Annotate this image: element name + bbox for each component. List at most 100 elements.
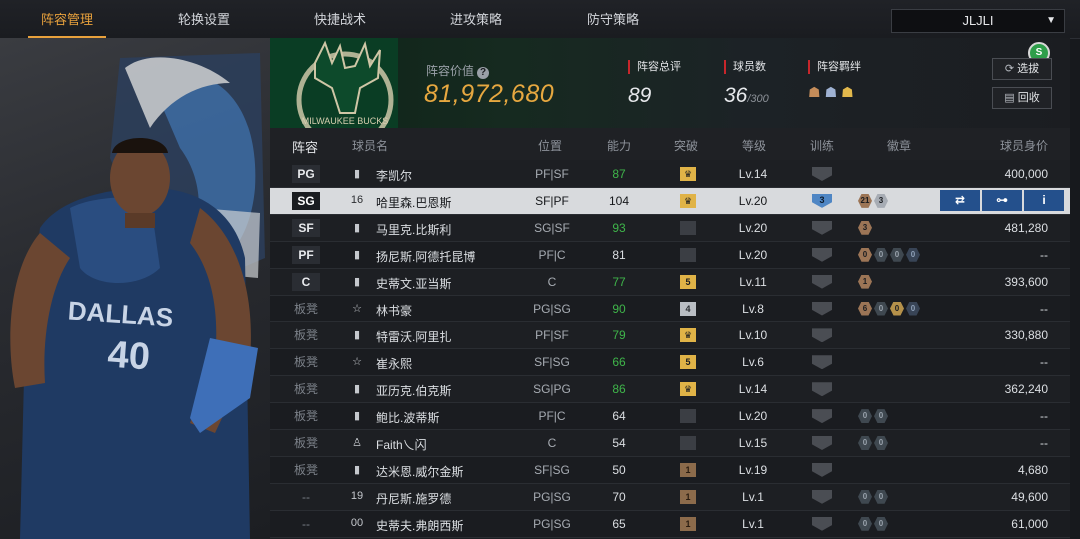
col-name[interactable]: 球员名 <box>352 137 388 154</box>
row-position[interactable]: 板凳 <box>292 407 320 425</box>
tab-lineup[interactable]: 阵容管理 <box>28 0 106 38</box>
select-button[interactable]: ⟳ 选拔 <box>992 58 1052 80</box>
player-name[interactable]: 史蒂夫.弗朗西斯 <box>376 517 463 534</box>
player-name[interactable]: 亚历克.伯克斯 <box>376 382 451 399</box>
table-row[interactable]: 板凳 ♙ Faith乀闪 C 54 Lv.15 0 0 -- <box>270 430 1070 456</box>
breakthrough-icon[interactable]: ♛ <box>680 382 696 397</box>
badge-icon[interactable]: 3 <box>858 220 872 235</box>
badge-icon[interactable]: 6 <box>858 301 872 316</box>
training-icon[interactable] <box>812 436 832 450</box>
player-name[interactable]: 达米恩.威尔金斯 <box>376 463 463 480</box>
bond-team-icon[interactable]: ☗ <box>808 84 825 100</box>
table-row[interactable]: 板凳 ▮ 特雷沃.阿里扎 PF|SF 79 ♛ Lv.10 330,880 <box>270 322 1070 348</box>
row-position[interactable]: 板凳 <box>292 380 320 398</box>
player-name[interactable]: 林书豪 <box>376 302 412 319</box>
table-row[interactable]: 板凳 ☆ 林书豪 PG|SG 90 4 Lv.8 6 0 0 0 -- <box>270 295 1070 322</box>
breakthrough-icon[interactable]: 4 <box>680 301 696 316</box>
training-icon[interactable] <box>812 516 832 531</box>
training-icon[interactable] <box>812 409 832 424</box>
row-position[interactable]: C <box>292 272 320 291</box>
training-icon[interactable]: 3 <box>812 193 832 208</box>
player-name[interactable]: 李凯尔 <box>376 167 412 184</box>
player-name[interactable]: 特雷沃.阿里扎 <box>376 328 451 345</box>
breakthrough-icon[interactable]: 5 <box>680 274 696 289</box>
badge-icon[interactable]: 0 <box>890 247 904 262</box>
table-row[interactable]: 板凳 ▮ 亚历克.伯克斯 SG|PG 86 ♛ Lv.14 362,240 <box>270 376 1070 402</box>
badge-icon[interactable]: 21 <box>858 193 872 208</box>
row-position[interactable]: PG <box>292 165 320 183</box>
badge-icon[interactable]: 0 <box>858 409 872 424</box>
row-position[interactable]: -- <box>292 515 320 533</box>
swap-button[interactable]: ⇄ <box>940 189 980 211</box>
tab-offense[interactable]: 进攻策略 <box>436 0 516 36</box>
badge-icon[interactable]: 0 <box>858 247 872 262</box>
table-row[interactable]: SG 16 哈里森.巴恩斯 SF|PF 104 ♛ Lv.20 3 21 3 ⇄ ⊶ i <box>270 187 1070 214</box>
player-name[interactable]: 史蒂文.亚当斯 <box>376 275 451 292</box>
player-name[interactable]: 哈里森.巴恩斯 <box>376 194 451 211</box>
breakthrough-icon[interactable]: 1 <box>680 462 696 477</box>
row-position[interactable]: 板凳 <box>292 461 320 479</box>
player-name[interactable]: Faith乀闪 <box>376 436 427 453</box>
training-icon[interactable] <box>812 301 832 316</box>
training-icon[interactable] <box>812 328 832 343</box>
table-row[interactable]: PF ▮ 扬尼斯.阿德托昆博 PF|C 81 Lv.20 0 0 0 0 -- <box>270 241 1070 268</box>
breakthrough-icon[interactable] <box>680 409 696 424</box>
info-button[interactable]: i <box>1024 189 1064 211</box>
row-position[interactable]: PF <box>292 245 320 264</box>
player-name[interactable]: 丹尼斯.施罗德 <box>376 490 451 507</box>
training-icon[interactable] <box>812 167 832 181</box>
badge-icon[interactable]: 3 <box>874 193 888 208</box>
row-position[interactable]: 板凳 <box>292 353 320 371</box>
player-name[interactable]: 马里克.比斯利 <box>376 221 451 238</box>
training-icon[interactable] <box>812 462 832 477</box>
breakthrough-icon[interactable]: ♛ <box>680 193 696 208</box>
row-position[interactable]: -- <box>292 488 320 506</box>
player-name[interactable]: 鲍比.波蒂斯 <box>376 409 439 426</box>
col-price[interactable]: 球员身价 <box>1000 137 1048 154</box>
breakthrough-icon[interactable]: ♛ <box>680 328 696 343</box>
tab-rotation[interactable]: 轮换设置 <box>164 0 244 36</box>
col-training[interactable]: 训练 <box>810 137 834 154</box>
breakthrough-icon[interactable] <box>680 220 696 235</box>
table-row[interactable]: -- 00 史蒂夫.弗朗西斯 PG|SG 65 1 Lv.1 0 0 61,000 <box>270 510 1070 537</box>
tab-quick-tactics[interactable]: 快捷战术 <box>300 0 380 36</box>
badge-icon[interactable]: 0 <box>874 516 888 531</box>
col-rating[interactable]: 能力 <box>607 137 631 154</box>
player-name[interactable]: 扬尼斯.阿德托昆博 <box>376 248 475 265</box>
badge-icon[interactable]: 0 <box>874 436 888 450</box>
col-badges[interactable]: 徽章 <box>887 137 911 154</box>
row-position[interactable]: SG <box>292 191 320 210</box>
badge-icon[interactable]: 0 <box>906 247 920 262</box>
badge-icon[interactable]: 0 <box>874 489 888 504</box>
badge-icon[interactable]: 1 <box>858 274 872 289</box>
table-row[interactable]: C ▮ 史蒂文.亚当斯 C 77 5 Lv.11 1 393,600 <box>270 269 1070 295</box>
col-level[interactable]: 等级 <box>742 137 766 154</box>
breakthrough-icon[interactable]: 1 <box>680 516 696 531</box>
tab-defense[interactable]: 防守策略 <box>573 0 653 36</box>
badge-icon[interactable]: 0 <box>906 301 920 316</box>
train-button[interactable]: ⊶ <box>982 189 1022 211</box>
badge-icon[interactable]: 0 <box>874 301 888 316</box>
breakthrough-icon[interactable]: 1 <box>680 489 696 504</box>
training-icon[interactable] <box>812 382 832 397</box>
training-icon[interactable] <box>812 220 832 235</box>
badge-icon[interactable]: 0 <box>890 301 904 316</box>
training-icon[interactable] <box>812 355 832 370</box>
table-row[interactable]: PG ▮ 李凯尔 PF|SF 87 ♛ Lv.14 400,000 <box>270 161 1070 187</box>
badge-icon[interactable]: 0 <box>858 436 872 450</box>
training-icon[interactable] <box>812 274 832 289</box>
table-row[interactable]: -- 19 丹尼斯.施罗德 PG|SG 70 1 Lv.1 0 0 49,600 <box>270 484 1070 510</box>
team-select[interactable]: JLJLI ▼ <box>891 9 1065 33</box>
row-position[interactable]: 板凳 <box>292 300 320 318</box>
bond-trophy-icon[interactable]: ☗ <box>841 84 858 100</box>
training-icon[interactable] <box>812 247 832 262</box>
badge-icon[interactable]: 0 <box>858 489 872 504</box>
row-position[interactable]: 板凳 <box>292 434 320 452</box>
badge-icon[interactable]: 0 <box>874 247 888 262</box>
player-name[interactable]: 崔永熙 <box>376 355 412 372</box>
breakthrough-icon[interactable] <box>680 436 696 450</box>
recycle-button[interactable]: ▤ 回收 <box>992 87 1052 109</box>
col-role[interactable]: 位置 <box>538 137 562 154</box>
badge-icon[interactable]: 0 <box>858 516 872 531</box>
table-row[interactable]: 板凳 ▮ 鲍比.波蒂斯 PF|C 64 Lv.20 0 0 -- <box>270 403 1070 430</box>
